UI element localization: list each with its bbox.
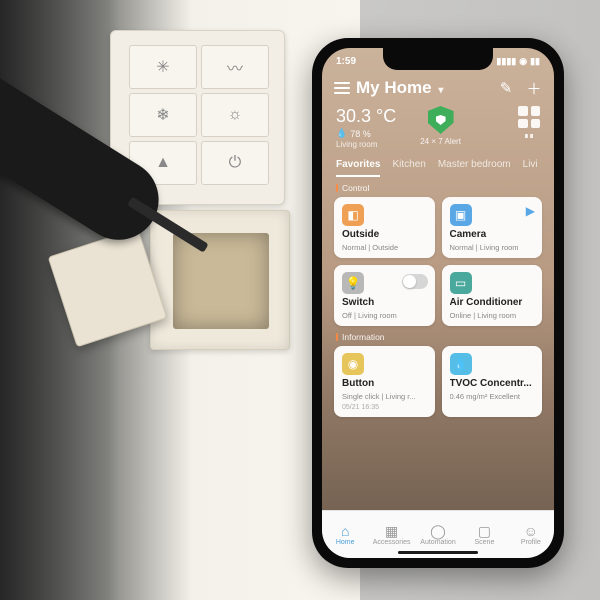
summary-row: 30.3 °C 💧78 % Living room 24 × 7 Alert ∎… [322, 104, 554, 157]
phone-frame: 1:59 ▮▮▮▮ ◉ ▮▮ My Home ▾ ✎ ＋ [312, 38, 564, 568]
card-title: Camera [450, 229, 535, 240]
card-title: TVOC Concentr... [450, 378, 535, 389]
tab-label: Home [336, 539, 355, 546]
rooms-label: ∎∎ [524, 131, 534, 140]
tab-label: Automation [420, 539, 455, 546]
app-screen: 1:59 ▮▮▮▮ ◉ ▮▮ My Home ▾ ✎ ＋ [322, 48, 554, 558]
tab-favorites[interactable]: Favorites [336, 159, 380, 177]
room-tabs: Favorites Kitchen Master bedroom Livi [322, 157, 554, 177]
play-icon[interactable]: ▶ [526, 204, 535, 218]
status-bar: 1:59 ▮▮▮▮ ◉ ▮▮ [322, 48, 554, 74]
chevron-down-icon: ▾ [438, 85, 443, 96]
tab-label: Profile [521, 539, 541, 546]
scene-icon: ▢ [478, 524, 491, 538]
security-label: 24 × 7 Alert [420, 137, 461, 146]
tab-kitchen[interactable]: Kitchen [392, 159, 425, 177]
sensor-icon: ◧ [342, 204, 364, 226]
card-time: 05/21 16:35 [342, 404, 427, 411]
wifi-icon: ◉ [519, 56, 527, 67]
grid-icon [518, 106, 540, 128]
security-block[interactable]: 24 × 7 Alert [420, 106, 461, 146]
info-cards: ◉ Button Single click | Living r... 05/2… [322, 346, 554, 417]
menu-icon[interactable] [334, 82, 350, 94]
control-cards: ◧ Outside Normal | Outside ▶ ▣ Camera No… [322, 197, 554, 326]
tab-master-bedroom[interactable]: Master bedroom [438, 159, 511, 177]
page-title[interactable]: My Home ▾ [356, 78, 492, 98]
battery-icon: ▮▮ [530, 56, 540, 67]
card-sub: Normal | Living room [450, 243, 535, 252]
bottom-tabbar: ⌂ Home ▦ Accessories ◯ Automation ▢ Scen… [322, 510, 554, 558]
tab-home[interactable]: ⌂ Home [322, 511, 368, 558]
button-icon: ◉ [342, 353, 364, 375]
weather-block[interactable]: 30.3 °C 💧78 % Living room [336, 106, 396, 149]
signal-icon: ▮▮▮▮ [496, 56, 516, 67]
card-title: Button [342, 378, 427, 389]
tab-label: Accessories [373, 539, 411, 546]
humidity-value: 💧78 % [336, 128, 396, 139]
card-sub: Off | Living room [342, 311, 427, 320]
accessories-icon: ▦ [385, 524, 398, 538]
card-button[interactable]: ◉ Button Single click | Living r... 05/2… [334, 346, 435, 417]
rooms-block[interactable]: ∎∎ [518, 106, 540, 140]
card-camera[interactable]: ▶ ▣ Camera Normal | Living room [442, 197, 543, 258]
switch-toggle[interactable] [402, 274, 428, 289]
temperature-value: 30.3 °C [336, 106, 396, 127]
product-photo-scene: ✳〰❄☼▲⏻ 1:59 ▮▮▮▮ ◉ ▮▮ My Home ▾ [0, 0, 600, 600]
tab-living[interactable]: Livi [523, 159, 538, 177]
automation-icon: ◯ [430, 524, 446, 538]
status-right: ▮▮▮▮ ◉ ▮▮ [496, 56, 540, 67]
card-sub: 0.46 mg/m² Excellent [450, 392, 535, 401]
section-information: Information [322, 326, 554, 346]
bulb-icon: 💡 [342, 272, 364, 294]
card-switch[interactable]: 💡 Switch Off | Living room [334, 265, 435, 326]
tab-profile[interactable]: ☺ Profile [508, 511, 554, 558]
card-outside[interactable]: ◧ Outside Normal | Outside [334, 197, 435, 258]
status-time: 1:59 [336, 56, 356, 67]
card-title: Outside [342, 229, 427, 240]
profile-icon: ☺ [524, 524, 538, 538]
weather-location: Living room [336, 140, 396, 149]
tab-label: Scene [474, 539, 494, 546]
card-sub: Normal | Outside [342, 243, 427, 252]
card-air-conditioner[interactable]: ▭ Air Conditioner Online | Living room [442, 265, 543, 326]
card-title: Air Conditioner [450, 297, 535, 308]
add-icon[interactable]: ＋ [526, 80, 542, 96]
camera-icon: ▣ [450, 204, 472, 226]
page-title-text: My Home [356, 78, 432, 97]
card-sub: Single click | Living r... [342, 392, 427, 401]
home-indicator[interactable] [398, 551, 478, 554]
section-control: Control [322, 177, 554, 197]
card-sub: Online | Living room [450, 311, 535, 320]
droplet-icon: 💧 [450, 353, 472, 375]
card-tvoc[interactable]: 💧 TVOC Concentr... 0.46 mg/m² Excellent [442, 346, 543, 417]
shield-icon [428, 106, 454, 134]
ac-icon: ▭ [450, 272, 472, 294]
app-header: My Home ▾ ✎ ＋ [322, 74, 554, 104]
card-title: Switch [342, 297, 427, 308]
edit-icon[interactable]: ✎ [498, 80, 514, 96]
home-icon: ⌂ [341, 524, 349, 538]
